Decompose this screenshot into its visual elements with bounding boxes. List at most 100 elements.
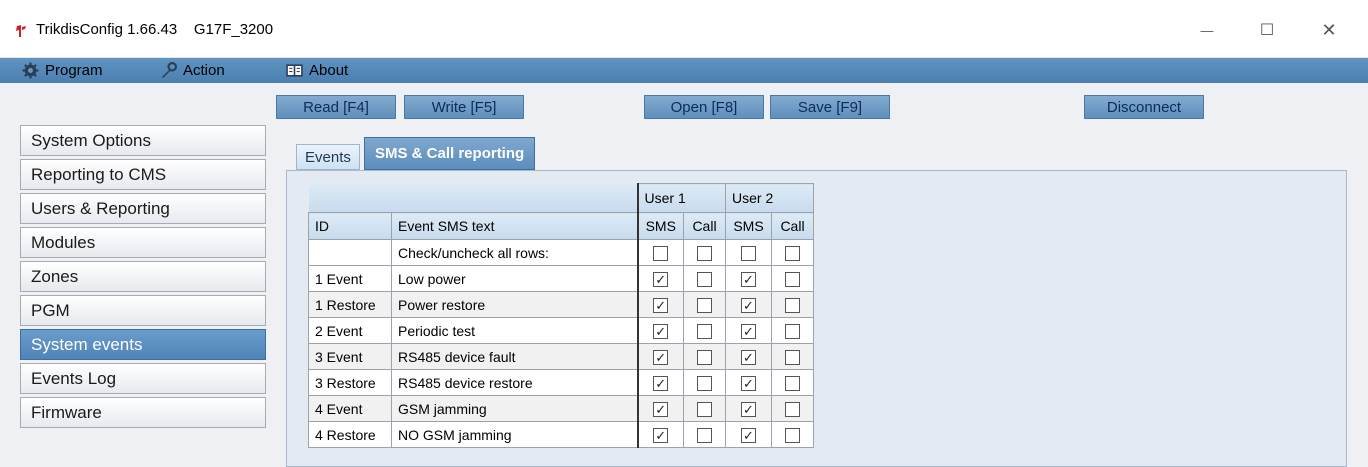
u1-sms-checkbox[interactable]: ✓ — [653, 349, 669, 365]
table-row: 3 Restore RS485 device restore ✓ ✓ — [308, 369, 814, 396]
event-text-cell[interactable]: RS485 device fault — [391, 343, 638, 370]
close-window-button[interactable]: ✕ — [1306, 14, 1352, 46]
event-id-cell: 1 Event — [308, 265, 392, 292]
sidebar: System Options Reporting to CMS Users & … — [20, 125, 266, 431]
checkbox-cell — [771, 395, 814, 422]
check-all-u2-sms-checkbox[interactable] — [741, 245, 756, 261]
u2-call-checkbox[interactable] — [785, 427, 800, 443]
u1-call-checkbox[interactable] — [697, 297, 712, 313]
col-header-u2-sms: SMS — [725, 212, 772, 240]
sidebar-item-zones[interactable]: Zones — [20, 261, 266, 292]
checkbox-cell — [771, 265, 814, 292]
u1-sms-checkbox[interactable]: ✓ — [653, 375, 669, 391]
user1-header: User 1 — [636, 183, 726, 213]
event-text-cell[interactable]: RS485 device restore — [391, 369, 638, 396]
sidebar-item-modules[interactable]: Modules — [20, 227, 266, 258]
col-header-event-text: Event SMS text — [391, 212, 638, 240]
menu-program-label: Program — [45, 62, 103, 79]
checkbox-cell — [683, 265, 726, 292]
event-text-cell[interactable]: Periodic test — [391, 317, 638, 344]
minimize-button[interactable]: — — [1184, 14, 1230, 46]
sidebar-item-system-events[interactable]: System events — [20, 329, 266, 360]
u1-call-checkbox[interactable] — [697, 375, 712, 391]
sidebar-item-reporting-to-cms[interactable]: Reporting to CMS — [20, 159, 266, 190]
app-logo-icon — [16, 25, 26, 37]
sidebar-item-users-reporting[interactable]: Users & Reporting — [20, 193, 266, 224]
write-button[interactable]: Write [F5] — [404, 95, 524, 119]
open-button[interactable]: Open [F8] — [644, 95, 764, 119]
u2-call-checkbox[interactable] — [785, 401, 800, 417]
u2-sms-checkbox[interactable]: ✓ — [741, 323, 756, 339]
menu-action[interactable]: Action — [160, 58, 225, 83]
checkbox-cell: ✓ — [725, 421, 772, 448]
u2-call-checkbox[interactable] — [785, 375, 800, 391]
menu-about[interactable]: About — [286, 58, 348, 83]
sidebar-item-system-options[interactable]: System Options — [20, 125, 266, 156]
user2-header: User 2 — [725, 183, 814, 213]
window-title: TrikdisConfig 1.66.43 G17F_3200 — [36, 21, 274, 38]
event-text-cell[interactable]: GSM jamming — [391, 395, 638, 422]
check-all-u1-call-checkbox[interactable] — [697, 245, 712, 261]
u1-call-checkbox[interactable] — [697, 349, 712, 365]
check-all-label: Check/uncheck all rows: — [391, 239, 638, 266]
maximize-button[interactable]: ☐ — [1244, 14, 1290, 46]
check-all-u1-sms-checkbox[interactable] — [653, 245, 669, 261]
u1-sms-checkbox[interactable]: ✓ — [653, 271, 669, 287]
event-id-cell: 3 Restore — [308, 369, 392, 396]
u2-call-checkbox[interactable] — [785, 297, 800, 313]
tab-events[interactable]: Events — [296, 144, 360, 170]
u1-sms-checkbox[interactable]: ✓ — [653, 297, 669, 313]
checkbox-cell — [771, 291, 814, 318]
sidebar-item-firmware[interactable]: Firmware — [20, 397, 266, 428]
table-row: 4 Restore NO GSM jamming ✓ ✓ — [308, 421, 814, 448]
gear-icon — [22, 62, 39, 79]
u1-sms-checkbox[interactable]: ✓ — [653, 427, 669, 443]
event-id-cell: 2 Event — [308, 317, 392, 344]
table-row: 2 Event Periodic test ✓ ✓ — [308, 317, 814, 344]
u2-sms-checkbox[interactable]: ✓ — [741, 297, 756, 313]
event-text-cell[interactable]: Power restore — [391, 291, 638, 318]
u2-sms-checkbox[interactable]: ✓ — [741, 427, 756, 443]
sidebar-item-pgm[interactable]: PGM — [20, 295, 266, 326]
u1-sms-checkbox[interactable]: ✓ — [653, 401, 669, 417]
u2-sms-checkbox[interactable]: ✓ — [741, 375, 756, 391]
read-button[interactable]: Read [F4] — [276, 95, 396, 119]
u2-call-checkbox[interactable] — [785, 323, 800, 339]
u1-sms-checkbox[interactable]: ✓ — [653, 323, 669, 339]
event-text-cell[interactable]: NO GSM jamming — [391, 421, 638, 448]
u2-sms-checkbox[interactable]: ✓ — [741, 349, 756, 365]
checkbox-cell — [683, 317, 726, 344]
u2-call-checkbox[interactable] — [785, 349, 800, 365]
checkbox-cell: ✓ — [725, 265, 772, 292]
col-header-id: ID — [308, 212, 392, 240]
u2-sms-checkbox[interactable]: ✓ — [741, 401, 756, 417]
u1-call-checkbox[interactable] — [697, 427, 712, 443]
sidebar-item-events-log[interactable]: Events Log — [20, 363, 266, 394]
checkbox-cell — [683, 291, 726, 318]
checkbox-cell: ✓ — [636, 291, 684, 318]
u1-call-checkbox[interactable] — [697, 401, 712, 417]
table-row: 1 Event Low power ✓ ✓ — [308, 265, 814, 292]
book-icon — [286, 64, 303, 77]
event-text-cell[interactable]: Low power — [391, 265, 638, 292]
u2-call-checkbox[interactable] — [785, 271, 800, 287]
checkbox-cell: ✓ — [725, 343, 772, 370]
u1-call-checkbox[interactable] — [697, 323, 712, 339]
checkbox-cell: ✓ — [636, 343, 684, 370]
disconnect-button[interactable]: Disconnect — [1084, 95, 1204, 119]
check-all-u2-call-checkbox[interactable] — [785, 245, 800, 261]
checkbox-cell: ✓ — [725, 317, 772, 344]
menu-bar: Program Action About — [0, 58, 1368, 83]
maximize-icon: ☐ — [1259, 22, 1275, 39]
close-icon: ✕ — [1321, 19, 1337, 40]
u1-call-checkbox[interactable] — [697, 271, 712, 287]
table-row: 4 Event GSM jamming ✓ ✓ — [308, 395, 814, 422]
menu-program[interactable]: Program — [22, 58, 103, 83]
event-id-cell: 3 Event — [308, 343, 392, 370]
tab-sms-call-reporting[interactable]: SMS & Call reporting — [364, 137, 536, 170]
checkbox-cell: ✓ — [636, 265, 684, 292]
checkbox-cell — [771, 421, 814, 448]
event-id-cell: 1 Restore — [308, 291, 392, 318]
u2-sms-checkbox[interactable]: ✓ — [741, 271, 756, 287]
save-button[interactable]: Save [F9] — [770, 95, 890, 119]
